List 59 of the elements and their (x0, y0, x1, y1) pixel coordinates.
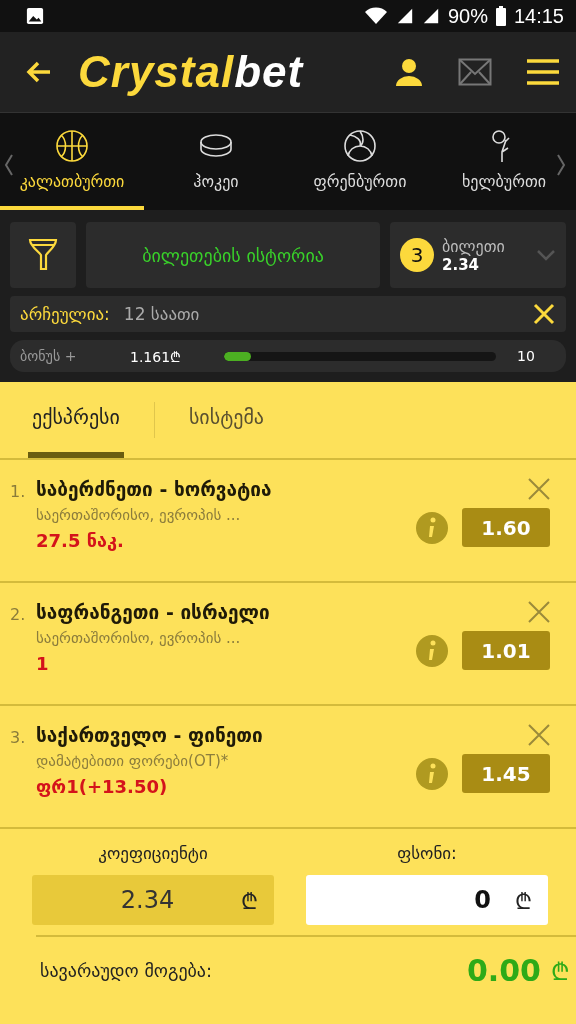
match-title: საბერძნეთი - ხორვატია (36, 478, 273, 500)
league-name: საერთაშორისო, ევროპის ... (36, 506, 242, 524)
wifi-icon (363, 6, 388, 26)
coefficient-field: 2.34 ₾ (32, 875, 274, 925)
league-name: საერთაშორისო, ევროპის ... (36, 629, 242, 647)
profile-button[interactable] (394, 57, 424, 87)
info-icon[interactable] (416, 634, 448, 667)
sport-tab[interactable]: ხელბურთი (432, 113, 576, 210)
remove-button[interactable] (528, 478, 550, 500)
chevron-right-icon[interactable] (556, 153, 566, 177)
clock: 14:15 (513, 4, 564, 28)
image-icon (26, 7, 44, 25)
stake-input-field[interactable]: 0 ₾ (306, 875, 548, 925)
basketball-icon (54, 128, 90, 164)
sport-tab[interactable]: ფრენბურთი (288, 113, 432, 210)
bonus-label: ბონუს + (20, 348, 78, 364)
volleyball-icon (342, 128, 378, 164)
sport-tab[interactable]: ჰოკეი (144, 113, 288, 210)
filter-value: 12 საათი (123, 304, 201, 324)
signal-icon (421, 6, 440, 26)
coefficient-label: კოეფიციენტი (98, 843, 208, 863)
info-icon[interactable] (416, 757, 448, 790)
match-title: საქართველო - ფინეთი (36, 724, 264, 746)
filter-button[interactable] (10, 222, 76, 288)
remove-button[interactable] (528, 724, 550, 746)
stake-label: ფსონი: (397, 843, 457, 863)
signal-icon (395, 6, 414, 26)
funnel-icon (28, 237, 58, 273)
chevron-left-icon[interactable] (4, 153, 14, 177)
mail-button[interactable] (458, 58, 492, 86)
match-title: საფრანგეთი - ისრაელი (36, 601, 271, 623)
ticket-history-button[interactable]: ბილეთების ისტორია (86, 222, 380, 288)
close-button[interactable] (532, 302, 556, 326)
potential-win-label: სავარაუდო მოგება: (40, 960, 214, 981)
info-icon[interactable] (416, 511, 448, 544)
filter-label: არჩეულია: (20, 304, 110, 324)
league-name: დამატებითი ფორები(OT)* (36, 752, 230, 770)
bet-number: 1. (10, 481, 27, 503)
battery-percent: 90% (447, 4, 488, 28)
odds-value: 1.45 (462, 754, 550, 793)
bet-pick: 27.5 ნაკ. (36, 530, 125, 551)
bet-pick: 1 (36, 653, 50, 674)
odds-value: 1.60 (462, 508, 550, 547)
ticket-button[interactable]: 3 ბილეთი 2.34 (390, 222, 566, 288)
chevron-down-icon (536, 249, 556, 261)
bet-type-tab[interactable]: ექსპრესი (28, 382, 124, 458)
remove-button[interactable] (528, 601, 550, 623)
bet-number: 2. (10, 604, 27, 626)
bet-type-tab[interactable]: სისტემა (184, 382, 268, 458)
bonus-amount: 1.161₾ (130, 347, 183, 366)
logo: Crystalbet (78, 47, 305, 97)
bet-pick: ფრ1(+13.50) (36, 776, 169, 797)
currency-sign: ₾ (551, 957, 570, 987)
menu-button[interactable] (526, 58, 560, 86)
odds-value: 1.01 (462, 631, 550, 670)
battery-icon (495, 6, 506, 26)
potential-win-value: 0.00 (466, 953, 541, 988)
bet-number: 3. (10, 727, 27, 749)
bonus-target: 10 (516, 348, 536, 364)
